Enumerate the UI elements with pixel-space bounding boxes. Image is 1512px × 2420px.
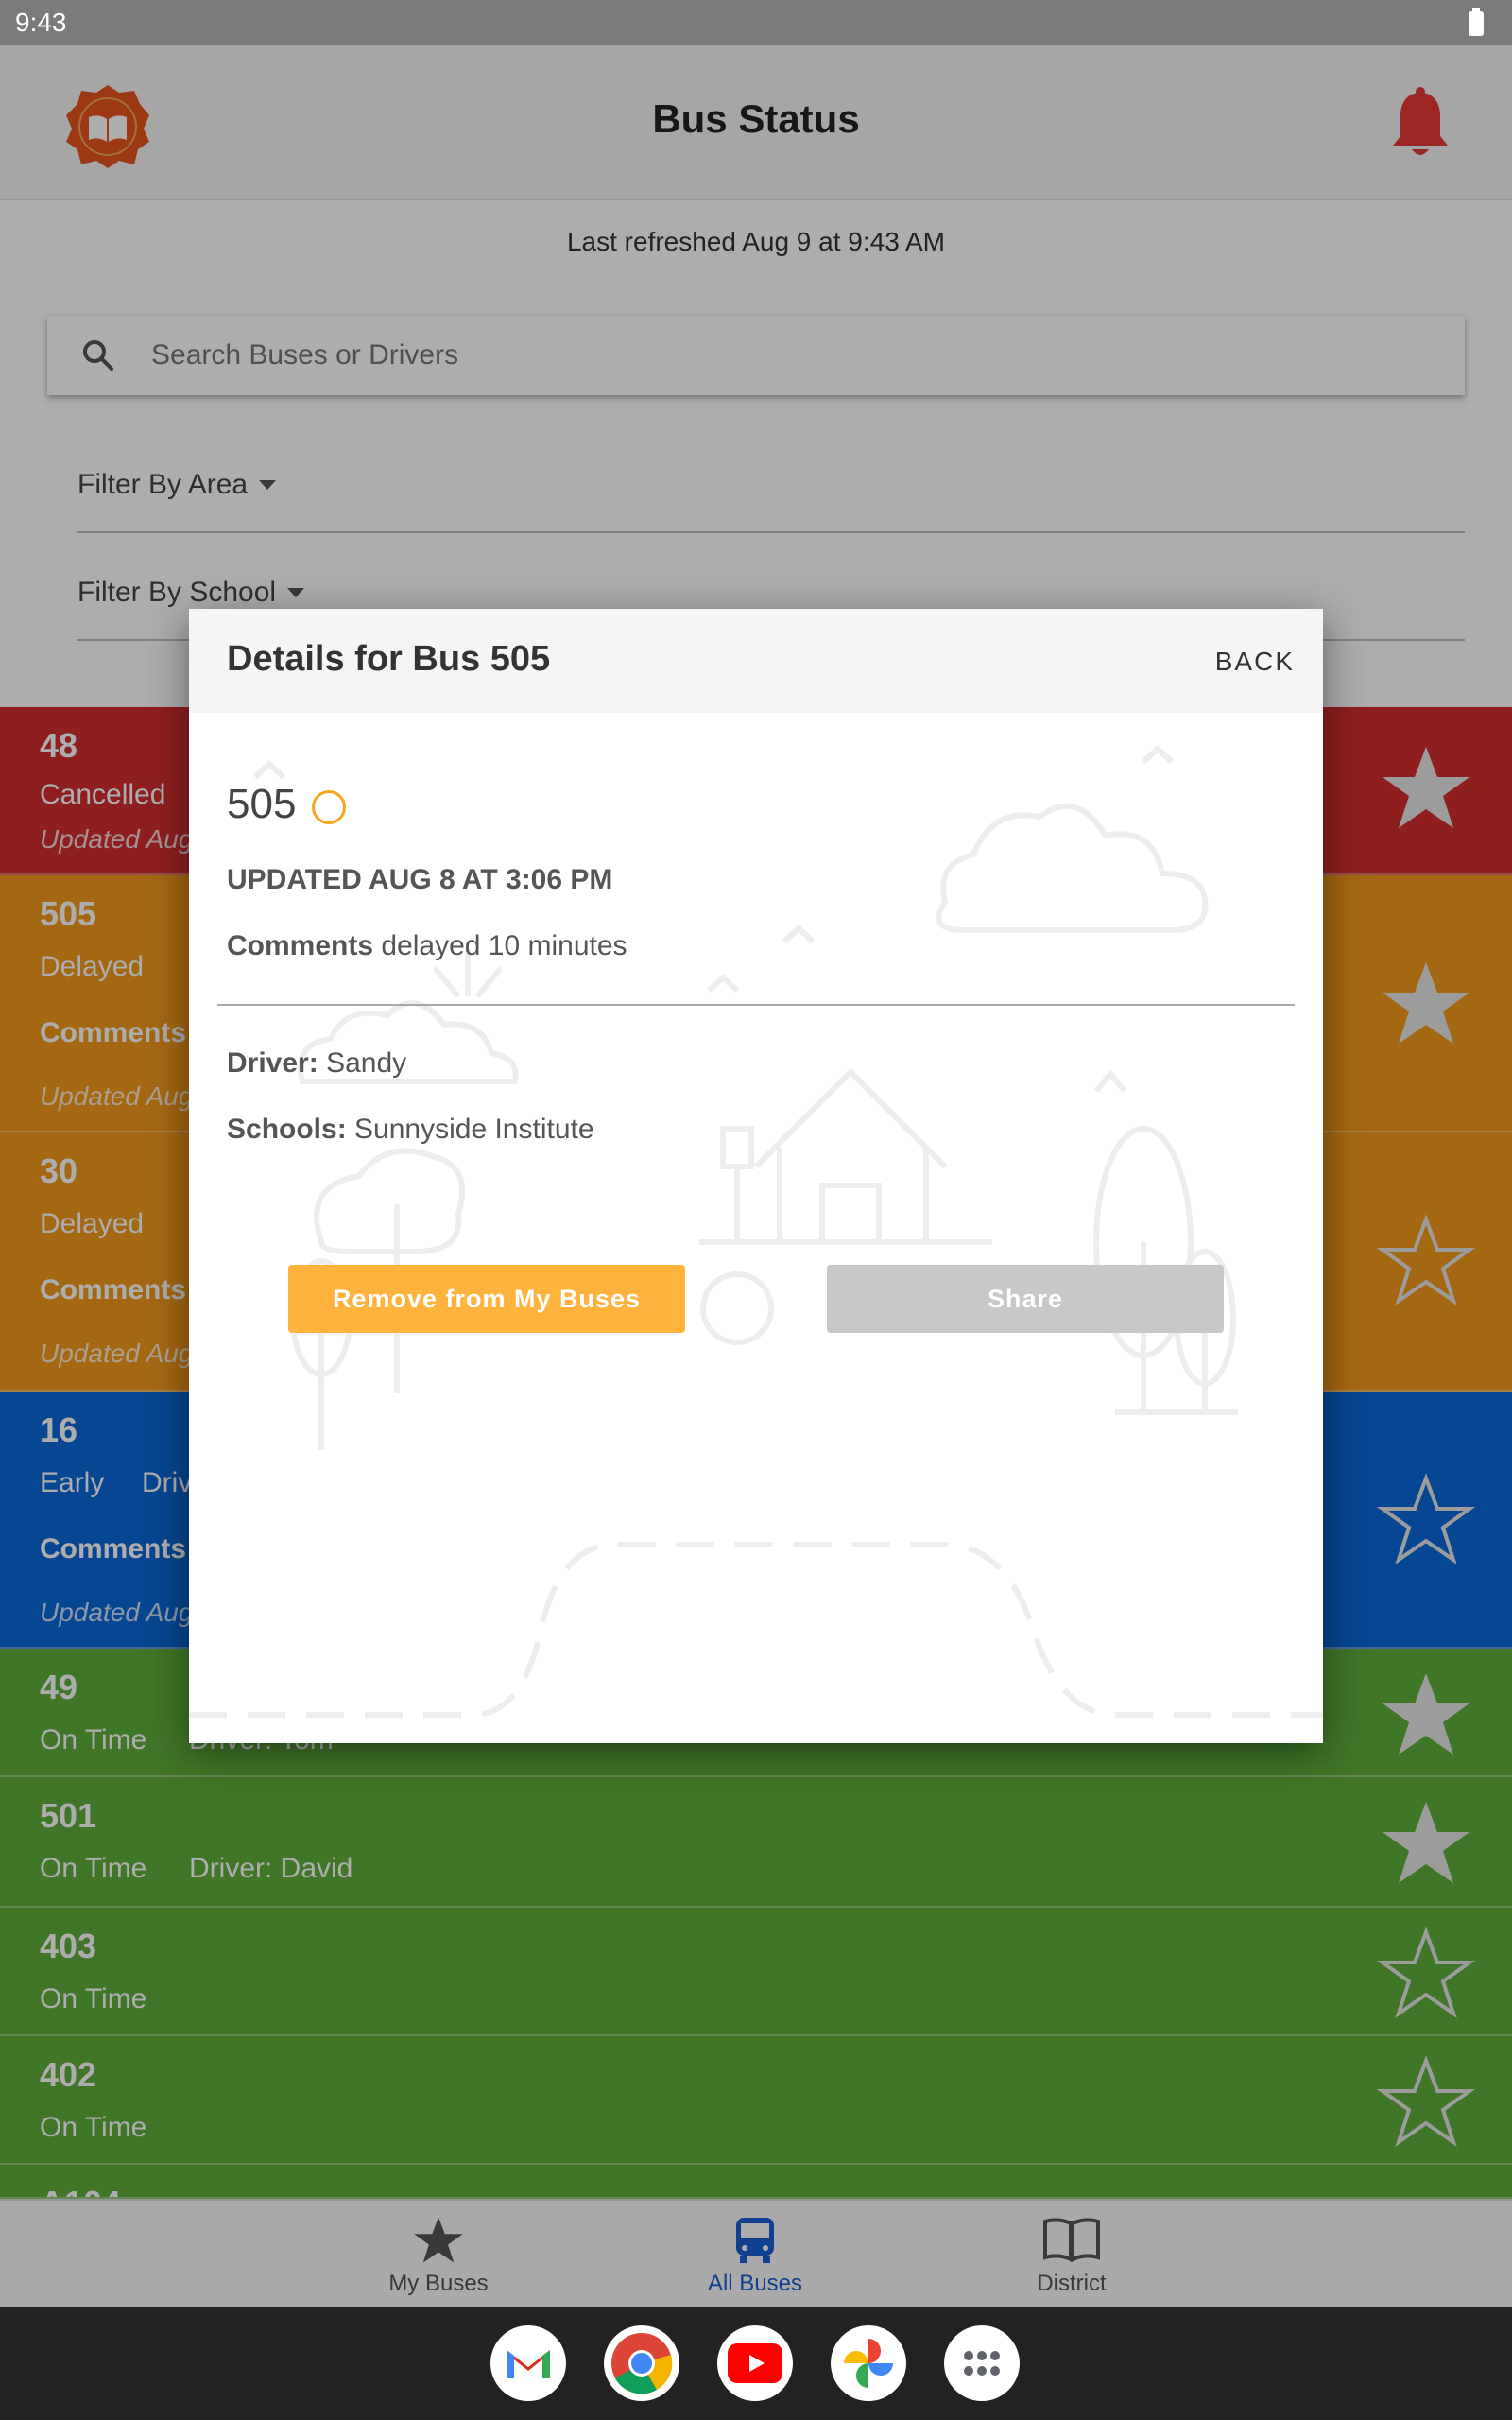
- dialog-header: Details for Bus 505 BACK: [189, 609, 1323, 713]
- youtube-icon[interactable]: [717, 2325, 793, 2401]
- dialog-title: Details for Bus 505: [227, 639, 551, 679]
- photos-icon[interactable]: [831, 2325, 906, 2401]
- app-drawer-icon[interactable]: [944, 2325, 1020, 2401]
- system-taskbar: [0, 2307, 1512, 2420]
- driver-label: Driver:: [227, 1047, 318, 1079]
- status-ring-icon: [312, 790, 346, 824]
- remove-from-my-buses-button[interactable]: Remove from My Buses: [288, 1265, 685, 1333]
- schools-value: Sunnyside Institute: [354, 1114, 594, 1145]
- comments-value: delayed 10 minutes: [381, 930, 627, 961]
- driver-line: Driver: Sandy: [227, 1047, 406, 1080]
- comments-label: Comments: [227, 930, 374, 961]
- gmail-icon[interactable]: [490, 2325, 566, 2401]
- schools-line: Schools: Sunnyside Institute: [227, 1114, 594, 1146]
- schools-label: Schools:: [227, 1114, 347, 1145]
- share-button[interactable]: Share: [827, 1265, 1224, 1333]
- status-bar: 9:43: [0, 0, 1512, 45]
- back-button[interactable]: BACK: [1215, 647, 1295, 677]
- status-time: 9:43: [15, 8, 67, 37]
- driver-value: Sandy: [326, 1047, 407, 1079]
- battery-icon: [1469, 8, 1484, 36]
- bus-details-dialog: Details for Bus 505 BACK 505 UPDATED AUG…: [189, 609, 1323, 1743]
- bus-number: 505: [227, 781, 297, 827]
- comments-line: Comments delayed 10 minutes: [227, 930, 627, 962]
- divider: [217, 1004, 1295, 1006]
- chrome-icon[interactable]: [604, 2325, 679, 2401]
- updated-timestamp: UPDATED AUG 8 AT 3:06 PM: [227, 864, 613, 895]
